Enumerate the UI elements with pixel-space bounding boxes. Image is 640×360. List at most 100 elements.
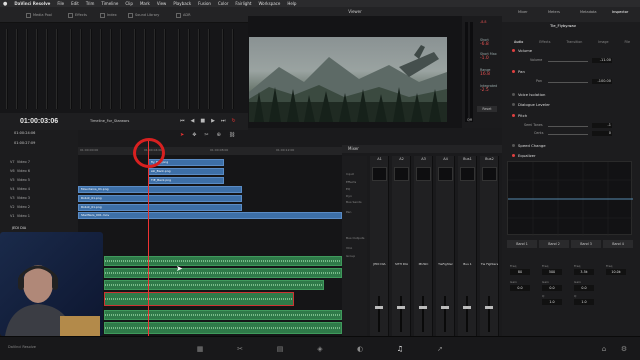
- fusion-page-icon[interactable]: ◈: [316, 345, 324, 353]
- section-equalizer[interactable]: Equalizer: [512, 153, 536, 158]
- playhead[interactable]: [148, 140, 149, 336]
- stop-icon[interactable]: ■: [200, 118, 205, 124]
- section-voice-isolation[interactable]: Voice Isolation: [512, 92, 545, 97]
- deliver-page-icon[interactable]: ➚: [436, 345, 444, 353]
- enable-dot-icon[interactable]: [512, 154, 515, 157]
- sound-library-button[interactable]: Sound Library: [128, 10, 159, 20]
- menu-trim[interactable]: Trim: [86, 1, 95, 6]
- link-icon[interactable]: ⛓: [229, 132, 235, 138]
- enable-dot-icon[interactable]: [512, 103, 515, 106]
- band-3-gain[interactable]: 0.0: [574, 285, 594, 291]
- home-icon[interactable]: ⌂: [600, 345, 608, 353]
- band-3-freq[interactable]: 3.5k: [574, 269, 594, 275]
- band-3-button[interactable]: Band 3: [571, 240, 601, 248]
- section-pitch[interactable]: Pitch: [512, 113, 527, 118]
- app-menu[interactable]: DaVinci Resolve: [14, 1, 50, 6]
- timeline-name[interactable]: Timeline_For_Starwars: [90, 119, 129, 123]
- section-speed-change[interactable]: Speed Change: [512, 143, 546, 148]
- tab-mixer[interactable]: Mixer: [518, 10, 528, 14]
- video-clip[interactable]: Robot_01.png: [78, 204, 242, 211]
- menu-edit[interactable]: Edit: [71, 1, 79, 6]
- subtab-transition[interactable]: Transition: [566, 40, 582, 44]
- audio-clip[interactable]: [104, 310, 342, 320]
- band-2-button[interactable]: Band 2: [539, 240, 569, 248]
- fader-knob[interactable]: [441, 306, 449, 309]
- viewer-frame[interactable]: [249, 37, 447, 122]
- loop-icon[interactable]: ↻: [231, 118, 235, 124]
- tab-inspector[interactable]: Inspector: [612, 10, 628, 14]
- cents-slider[interactable]: [548, 134, 588, 135]
- semitones-slider[interactable]: [548, 126, 588, 127]
- menu-timeline[interactable]: Timeline: [101, 1, 118, 6]
- edit-page-icon[interactable]: ▤: [276, 345, 284, 353]
- channel-name[interactable]: Bus 1: [458, 262, 477, 266]
- fader-knob[interactable]: [397, 306, 405, 309]
- audio-clip[interactable]: [104, 268, 342, 278]
- menu-fusion[interactable]: Fusion: [198, 1, 211, 6]
- menu-workspace[interactable]: Workspace: [258, 1, 280, 6]
- channel-name[interactable]: TieFighter: [436, 262, 455, 266]
- track-header-v7[interactable]: V7 Video 7: [10, 160, 30, 164]
- strip-eq-display[interactable]: [438, 167, 453, 181]
- band-1-freq[interactable]: 80: [510, 269, 530, 275]
- skip-back-icon[interactable]: ⏮: [180, 118, 185, 124]
- subtab-effects[interactable]: Effects: [539, 40, 550, 44]
- trim-icon[interactable]: ✥: [192, 132, 196, 138]
- section-pan[interactable]: Pan: [512, 69, 525, 74]
- video-clip[interactable]: ski_Back.png: [148, 168, 224, 175]
- cut-page-icon[interactable]: ✂: [236, 345, 244, 353]
- subtab-file[interactable]: File: [624, 40, 630, 44]
- band-2-q[interactable]: 1.0: [542, 299, 562, 305]
- pointer-icon[interactable]: ➤: [180, 132, 184, 138]
- pan-slider[interactable]: [548, 82, 588, 83]
- enable-dot-icon[interactable]: [512, 93, 515, 96]
- subtab-audio[interactable]: Audio: [514, 40, 523, 44]
- channel-name[interactable]: SITH DIA: [392, 262, 411, 266]
- settings-gear-icon[interactable]: ⚙: [620, 345, 628, 353]
- zoom-icon[interactable]: ⊕: [217, 132, 221, 138]
- channel-name[interactable]: JEDI DIA: [370, 262, 389, 266]
- tab-metadata[interactable]: Metadata: [580, 10, 597, 14]
- channel-name[interactable]: Tie Fighters: [480, 262, 499, 266]
- tab-meters[interactable]: Meters: [548, 10, 560, 14]
- fader-knob[interactable]: [375, 306, 383, 309]
- enable-dot-icon[interactable]: [512, 49, 515, 52]
- channel-name[interactable]: MUSIC: [414, 262, 433, 266]
- timeline-ruler[interactable]: 01:00:00:00 01:00:04:00 01:00:08:00 01:0…: [78, 147, 342, 155]
- audio-clip[interactable]: [104, 280, 324, 290]
- menu-file[interactable]: File: [57, 1, 64, 6]
- adr-button[interactable]: ADR: [176, 10, 191, 20]
- index-button[interactable]: Index: [100, 10, 117, 20]
- cents-value[interactable]: 0: [592, 131, 612, 136]
- menu-color[interactable]: Color: [218, 1, 228, 6]
- effects-button[interactable]: Effects: [68, 10, 87, 20]
- band-2-gain[interactable]: 0.0: [542, 285, 562, 291]
- strip-eq-display[interactable]: [394, 167, 409, 181]
- section-dialogue-leveler[interactable]: Dialogue Leveler: [512, 102, 550, 107]
- strip-eq-display[interactable]: [482, 167, 497, 181]
- band-1-button[interactable]: Band 1: [507, 240, 537, 248]
- eq-graph[interactable]: [507, 161, 633, 236]
- band-4-freq[interactable]: 10.0k: [606, 269, 626, 275]
- enable-dot-icon[interactable]: [512, 70, 515, 73]
- menu-fairlight[interactable]: Fairlight: [235, 1, 251, 6]
- volume-slider[interactable]: [548, 61, 588, 62]
- band-1-gain[interactable]: 0.0: [510, 285, 530, 291]
- fairlight-page-icon[interactable]: ♫: [396, 345, 404, 353]
- play-icon[interactable]: ▶: [211, 118, 215, 124]
- audio-clip[interactable]: [104, 322, 342, 334]
- video-clip[interactable]: Mountains_01.png: [78, 186, 242, 193]
- strip-eq-display[interactable]: [460, 167, 475, 181]
- fader-knob[interactable]: [485, 306, 493, 309]
- menu-playback[interactable]: Playback: [173, 1, 191, 6]
- strip-eq-display[interactable]: [416, 167, 431, 181]
- menu-help[interactable]: Help: [287, 1, 296, 6]
- track-header-v3[interactable]: V3 Video 3: [10, 196, 30, 200]
- blade-icon[interactable]: ✂: [204, 132, 208, 138]
- enable-dot-icon[interactable]: [512, 114, 515, 117]
- play-reverse-icon[interactable]: ◀: [191, 118, 195, 124]
- track-header-v5[interactable]: V5 Video 5: [10, 178, 30, 182]
- audio-clip[interactable]: [104, 292, 294, 306]
- loudness-mode[interactable]: Off: [467, 118, 472, 122]
- track-header-v2[interactable]: V2 Video 2: [10, 205, 30, 209]
